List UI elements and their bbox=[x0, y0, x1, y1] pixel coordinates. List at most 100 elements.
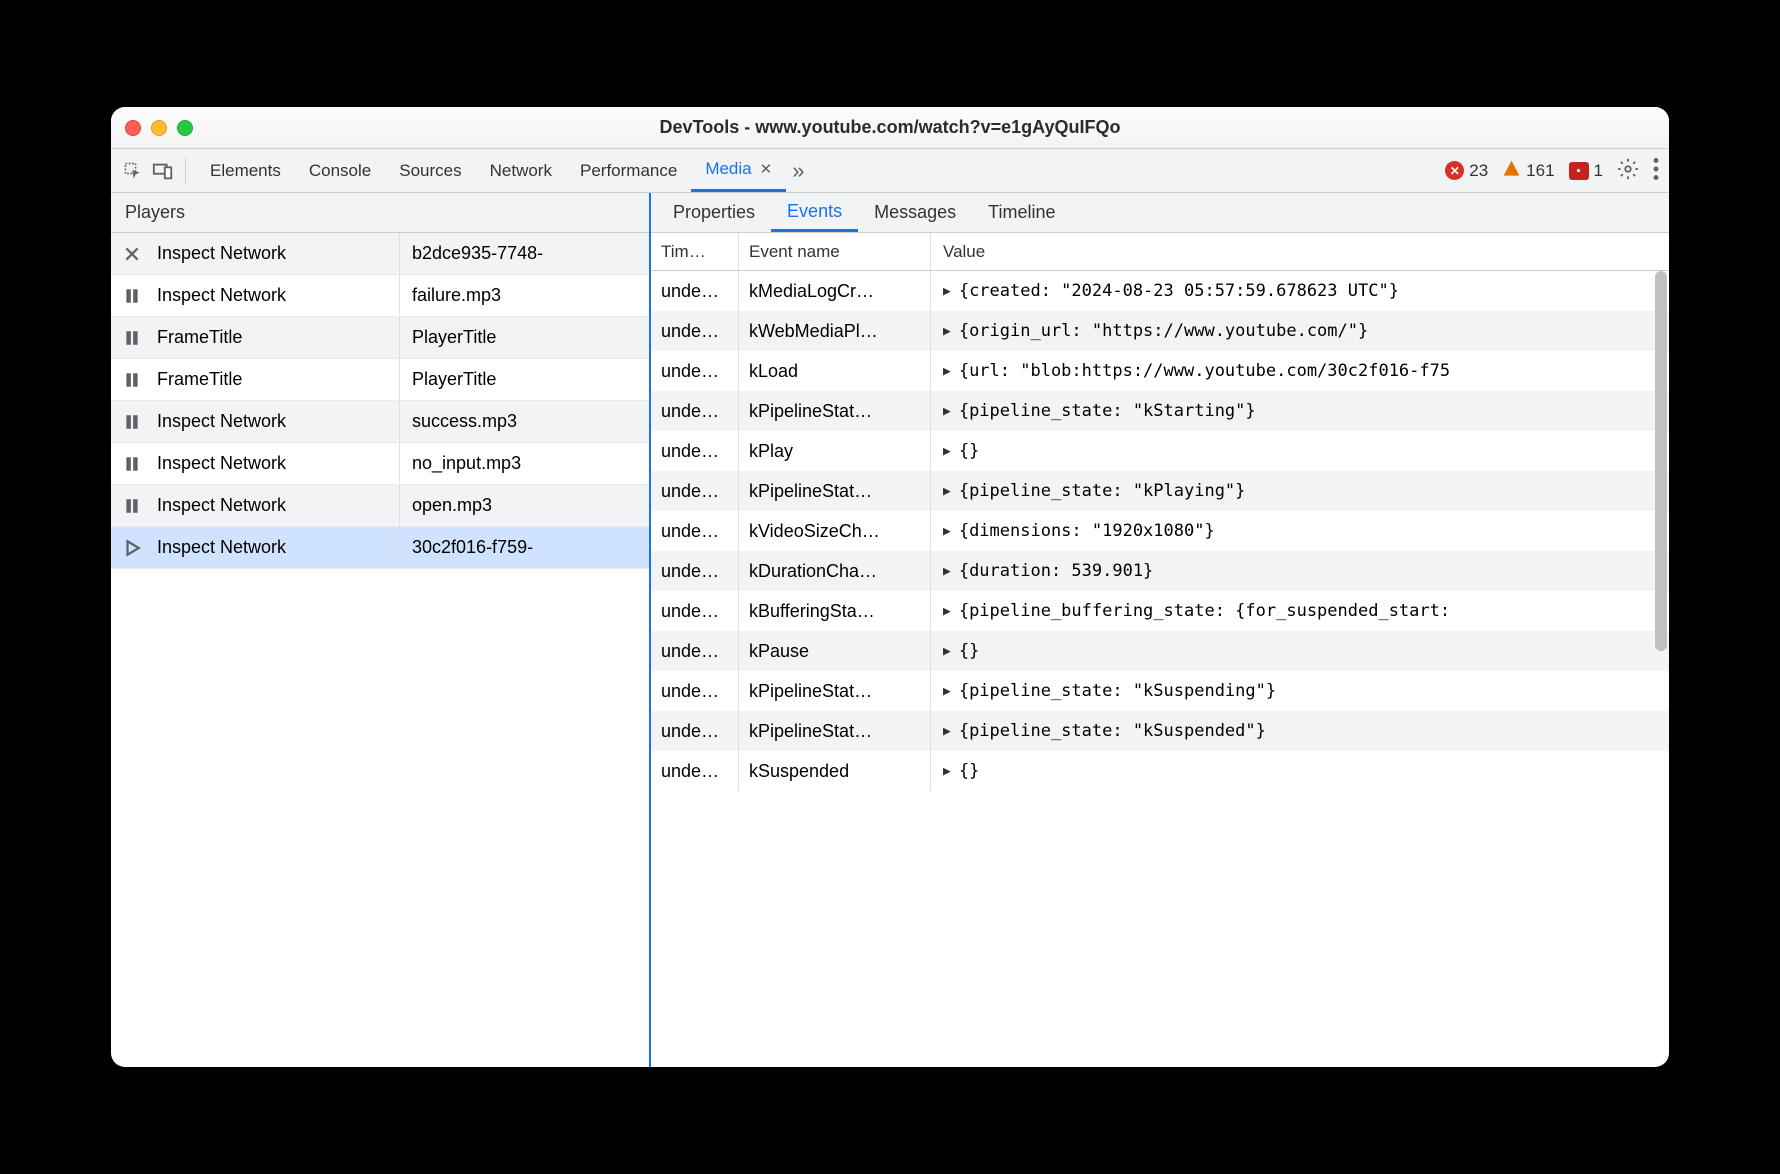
errors-badge[interactable]: ✕ 23 bbox=[1445, 161, 1488, 181]
player-title: open.mp3 bbox=[399, 485, 649, 526]
tab-elements[interactable]: Elements bbox=[196, 149, 295, 192]
window-title: DevTools - www.youtube.com/watch?v=e1gAy… bbox=[660, 117, 1121, 138]
player-frame-title: Inspect Network bbox=[153, 243, 399, 264]
event-value: ▶{} bbox=[931, 751, 1669, 791]
event-value: ▶{pipeline_state: "kStarting"} bbox=[931, 391, 1669, 431]
disclosure-triangle-icon[interactable]: ▶ bbox=[943, 404, 951, 419]
player-row[interactable]: Inspect Networksuccess.mp3 bbox=[111, 401, 649, 443]
event-row[interactable]: unde…kLoad▶{url: "blob:https://www.youtu… bbox=[651, 351, 1669, 391]
zoom-window-button[interactable] bbox=[177, 120, 193, 136]
issues-badge[interactable]: ▪ 1 bbox=[1569, 161, 1603, 181]
device-toolbar-icon[interactable] bbox=[151, 159, 175, 183]
tab-performance[interactable]: Performance bbox=[566, 149, 691, 192]
disclosure-triangle-icon[interactable]: ▶ bbox=[943, 364, 951, 379]
event-name: kBufferingSta… bbox=[739, 591, 931, 631]
event-row[interactable]: unde…kWebMediaPl…▶{origin_url: "https://… bbox=[651, 311, 1669, 351]
player-frame-title: FrameTitle bbox=[153, 369, 399, 390]
close-tab-icon[interactable]: ✕ bbox=[760, 160, 773, 178]
event-value: ▶{origin_url: "https://www.youtube.com/"… bbox=[931, 311, 1669, 351]
minimize-window-button[interactable] bbox=[151, 120, 167, 136]
tab-media[interactable]: Media ✕ bbox=[691, 149, 786, 192]
event-timestamp: unde… bbox=[651, 391, 739, 431]
event-row[interactable]: unde…kPipelineStat…▶{pipeline_state: "kS… bbox=[651, 671, 1669, 711]
disclosure-triangle-icon[interactable]: ▶ bbox=[943, 324, 951, 339]
event-row[interactable]: unde…kVideoSizeCh…▶{dimensions: "1920x10… bbox=[651, 511, 1669, 551]
pause-icon bbox=[111, 329, 153, 347]
disclosure-triangle-icon[interactable]: ▶ bbox=[943, 764, 951, 779]
event-value: ▶{pipeline_state: "kPlaying"} bbox=[931, 471, 1669, 511]
event-row[interactable]: unde…kPipelineStat…▶{pipeline_state: "kS… bbox=[651, 391, 1669, 431]
tab-sources[interactable]: Sources bbox=[385, 149, 475, 192]
more-options-icon[interactable] bbox=[1653, 158, 1659, 183]
event-timestamp: unde… bbox=[651, 431, 739, 471]
player-row[interactable]: FrameTitlePlayerTitle bbox=[111, 317, 649, 359]
disclosure-triangle-icon[interactable]: ▶ bbox=[943, 284, 951, 299]
disclosure-triangle-icon[interactable]: ▶ bbox=[943, 684, 951, 699]
players-header: Players bbox=[111, 193, 649, 233]
player-frame-title: Inspect Network bbox=[153, 285, 399, 306]
pause-icon bbox=[111, 287, 153, 305]
event-row[interactable]: unde…kPipelineStat…▶{pipeline_state: "kP… bbox=[651, 471, 1669, 511]
event-row[interactable]: unde…kSuspended▶{} bbox=[651, 751, 1669, 791]
event-row[interactable]: unde…kMediaLogCr…▶{created: "2024-08-23 … bbox=[651, 271, 1669, 311]
header-value[interactable]: Value bbox=[931, 233, 1669, 270]
header-event-name[interactable]: Event name bbox=[739, 233, 931, 270]
event-row[interactable]: unde…kPipelineStat…▶{pipeline_state: "kS… bbox=[651, 711, 1669, 751]
main-panel: Properties Events Messages Timeline Tim…… bbox=[651, 193, 1669, 1067]
inspect-element-icon[interactable] bbox=[121, 159, 145, 183]
event-timestamp: unde… bbox=[651, 551, 739, 591]
warnings-badge[interactable]: 161 bbox=[1502, 159, 1554, 183]
event-row[interactable]: unde…kBufferingSta…▶{pipeline_buffering_… bbox=[651, 591, 1669, 631]
toolbar-divider bbox=[185, 158, 186, 184]
event-name: kDurationCha… bbox=[739, 551, 931, 591]
pause-icon bbox=[111, 455, 153, 473]
subtab-messages[interactable]: Messages bbox=[858, 193, 972, 232]
header-timestamp[interactable]: Tim… bbox=[651, 233, 739, 270]
player-row[interactable]: FrameTitlePlayerTitle bbox=[111, 359, 649, 401]
disclosure-triangle-icon[interactable]: ▶ bbox=[943, 524, 951, 539]
event-timestamp: unde… bbox=[651, 311, 739, 351]
subtab-events[interactable]: Events bbox=[771, 193, 858, 232]
players-sidebar: Players Inspect Networkb2dce935-7748-Ins… bbox=[111, 193, 651, 1067]
event-name: kPipelineStat… bbox=[739, 671, 931, 711]
pause-icon bbox=[111, 497, 153, 515]
event-timestamp: unde… bbox=[651, 591, 739, 631]
settings-icon[interactable] bbox=[1617, 158, 1639, 183]
event-value: ▶{url: "blob:https://www.youtube.com/30c… bbox=[931, 351, 1669, 391]
event-name: kWebMediaPl… bbox=[739, 311, 931, 351]
disclosure-triangle-icon[interactable]: ▶ bbox=[943, 564, 951, 579]
tab-network[interactable]: Network bbox=[476, 149, 566, 192]
event-row[interactable]: unde…kDurationCha…▶{duration: 539.901} bbox=[651, 551, 1669, 591]
event-row[interactable]: unde…kPause▶{} bbox=[651, 631, 1669, 671]
pause-icon bbox=[111, 413, 153, 431]
event-row[interactable]: unde…kPlay▶{} bbox=[651, 431, 1669, 471]
player-row[interactable]: Inspect Network30c2f016-f759- bbox=[111, 527, 649, 569]
disclosure-triangle-icon[interactable]: ▶ bbox=[943, 444, 951, 459]
content-area: Players Inspect Networkb2dce935-7748-Ins… bbox=[111, 193, 1669, 1067]
media-subtabs: Properties Events Messages Timeline bbox=[651, 193, 1669, 233]
tab-console[interactable]: Console bbox=[295, 149, 385, 192]
event-timestamp: unde… bbox=[651, 711, 739, 751]
disclosure-triangle-icon[interactable]: ▶ bbox=[943, 724, 951, 739]
player-row[interactable]: Inspect Networkfailure.mp3 bbox=[111, 275, 649, 317]
events-table-header: Tim… Event name Value bbox=[651, 233, 1669, 271]
player-row[interactable]: Inspect Networkno_input.mp3 bbox=[111, 443, 649, 485]
player-title: 30c2f016-f759- bbox=[399, 527, 649, 568]
player-title: b2dce935-7748- bbox=[399, 233, 649, 274]
player-row[interactable]: Inspect Networkopen.mp3 bbox=[111, 485, 649, 527]
subtab-timeline[interactable]: Timeline bbox=[972, 193, 1071, 232]
disclosure-triangle-icon[interactable]: ▶ bbox=[943, 644, 951, 659]
disclosure-triangle-icon[interactable]: ▶ bbox=[943, 604, 951, 619]
scrollbar-thumb[interactable] bbox=[1655, 271, 1667, 651]
more-tabs-icon[interactable]: » bbox=[792, 158, 798, 184]
player-title: success.mp3 bbox=[399, 401, 649, 442]
player-title: PlayerTitle bbox=[399, 317, 649, 358]
event-value: ▶{dimensions: "1920x1080"} bbox=[931, 511, 1669, 551]
players-list: Inspect Networkb2dce935-7748-Inspect Net… bbox=[111, 233, 649, 569]
player-row[interactable]: Inspect Networkb2dce935-7748- bbox=[111, 233, 649, 275]
close-window-button[interactable] bbox=[125, 120, 141, 136]
subtab-properties[interactable]: Properties bbox=[657, 193, 771, 232]
disclosure-triangle-icon[interactable]: ▶ bbox=[943, 484, 951, 499]
event-name: kMediaLogCr… bbox=[739, 271, 931, 311]
event-name: kSuspended bbox=[739, 751, 931, 791]
